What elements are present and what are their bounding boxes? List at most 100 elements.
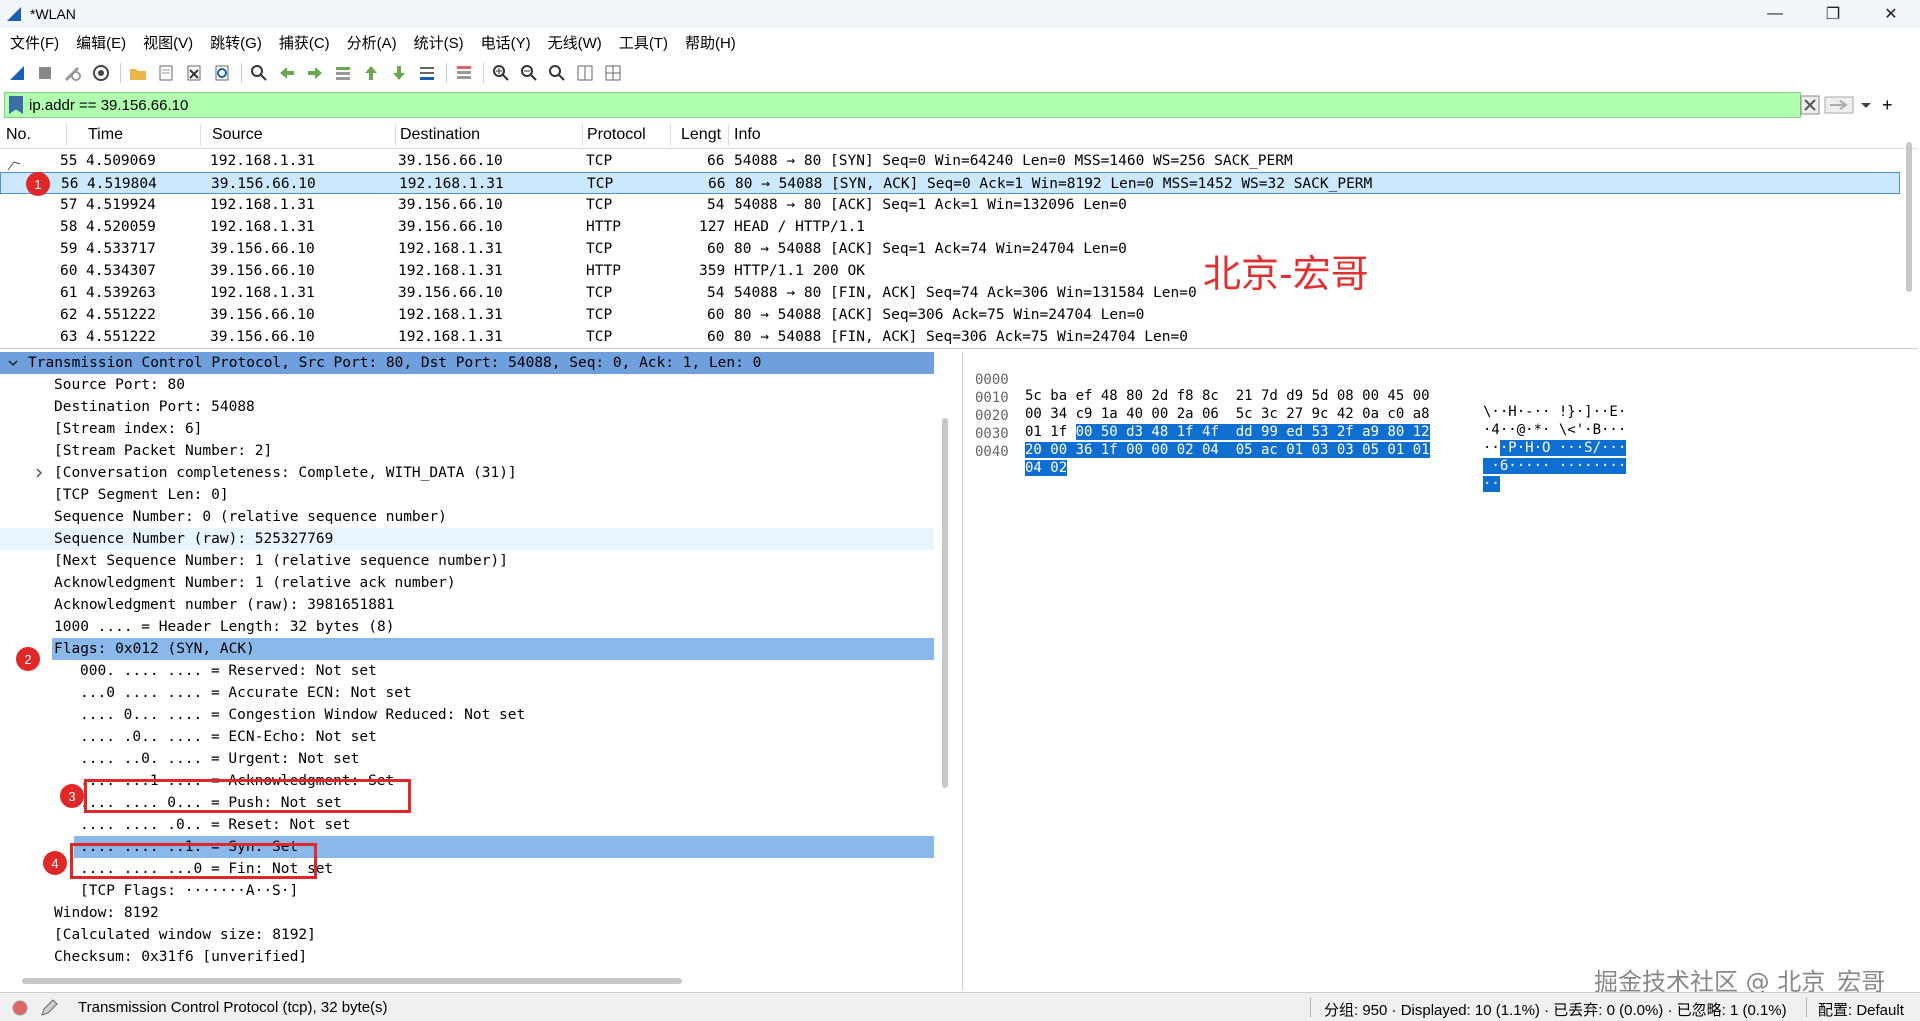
apply-filter-icon[interactable]: [1824, 95, 1854, 115]
display-filter-input[interactable]: ip.addr == 39.156.66.10: [29, 97, 188, 114]
save-file-icon[interactable]: [155, 62, 177, 84]
tree-item-flag[interactable]: ...0 .... .... = Accurate ECN: Not set: [0, 682, 934, 704]
menu-statistics[interactable]: 统计(S): [414, 32, 464, 53]
close-button[interactable]: ✕: [1862, 0, 1920, 28]
clear-filter-icon[interactable]: [1800, 95, 1820, 115]
tree-item[interactable]: Destination Port: 54088: [0, 396, 934, 418]
bookmark-icon[interactable]: [9, 96, 23, 114]
tree-item-flag[interactable]: .... 0... .... = Congestion Window Reduc…: [0, 704, 934, 726]
window-title: *WLAN: [30, 6, 76, 22]
tree-item[interactable]: Checksum: 0x31f6 [unverified]: [0, 946, 934, 968]
tree-item[interactable]: [Calculated window size: 8192]: [0, 924, 934, 946]
annotation-box-ack: [84, 779, 411, 813]
filter-history-dropdown-icon[interactable]: [1858, 95, 1874, 115]
bytes-row[interactable]: 0000 5c ba ef 48 80 2d f8 8c 21 7d d9 5d…: [963, 356, 1626, 420]
menu-tools[interactable]: 工具(T): [619, 32, 668, 53]
tree-item-conversation[interactable]: [Conversation completeness: Complete, WI…: [0, 462, 934, 484]
menu-go[interactable]: 跳转(G): [210, 32, 262, 53]
go-first-packet-icon[interactable]: [360, 62, 382, 84]
tree-item-flags[interactable]: Flags: 0x012 (SYN, ACK): [52, 638, 934, 660]
go-last-packet-icon[interactable]: [388, 62, 410, 84]
tree-item[interactable]: Acknowledgment number (raw): 3981651881: [0, 594, 934, 616]
close-file-icon[interactable]: [183, 62, 205, 84]
packet-row[interactable]: 58 4.520059 192.168.1.31 39.156.66.10 HTTP 12…: [0, 216, 1900, 238]
stop-capture-icon[interactable]: [34, 62, 56, 84]
col-destination[interactable]: Destination: [400, 126, 480, 144]
col-time[interactable]: Time: [88, 126, 123, 144]
packet-row[interactable]: 59 4.533717 39.156.66.10 192.168.1.31 TCP 60 8…: [0, 238, 1900, 260]
col-source[interactable]: Source: [212, 126, 263, 144]
packet-list-scrollbar[interactable]: [1906, 142, 1912, 292]
packet-bytes-pane: 0000 5c ba ef 48 80 2d f8 8c 21 7d d9 5d…: [962, 352, 1919, 990]
tree-item[interactable]: [Stream index: 6]: [0, 418, 934, 440]
reload-icon[interactable]: [211, 62, 233, 84]
tree-item-tcp[interactable]: Transmission Control Protocol, Src Port:…: [0, 352, 934, 374]
tree-item[interactable]: [Stream Packet Number: 2]: [0, 440, 934, 462]
col-info[interactable]: Info: [734, 126, 761, 144]
menu-help[interactable]: 帮助(H): [685, 32, 736, 53]
add-filter-button[interactable]: +: [1882, 95, 1893, 116]
tree-item-flag[interactable]: .... ..0. .... = Urgent: Not set: [0, 748, 934, 770]
minimize-button[interactable]: —: [1746, 0, 1804, 28]
go-back-icon[interactable]: [276, 62, 298, 84]
capture-options-icon[interactable]: [90, 62, 112, 84]
bytes-row[interactable]: 0030 20 00 36 1f 00 00 02 04 05 ac 01 03…: [963, 410, 1627, 474]
tree-item[interactable]: Acknowledgment Number: 1 (relative ack n…: [0, 572, 934, 594]
zoom-normal-icon[interactable]: [546, 62, 568, 84]
menu-view[interactable]: 视图(V): [143, 32, 193, 53]
expand-right-icon[interactable]: [34, 468, 44, 478]
tree-item-flag[interactable]: .... .... .0.. = Reset: Not set: [0, 814, 934, 836]
bytes-row[interactable]: 0040 04 02 ··: [963, 428, 1500, 492]
start-capture-icon[interactable]: [6, 62, 28, 84]
packet-row[interactable]: 63 4.551222 39.156.66.10 192.168.1.31 TCP 60 8…: [0, 326, 1900, 348]
display-filter-bar[interactable]: ip.addr == 39.156.66.10: [4, 92, 1801, 118]
status-protocol-info: Transmission Control Protocol (tcp), 32 …: [78, 999, 388, 1016]
bytes-row[interactable]: 0020 01 1f 00 50 d3 48 1f 4f dd 99 ed 53…: [963, 392, 1627, 456]
packet-row[interactable]: 57 4.519924 192.168.1.31 39.156.66.10 TCP 54 5…: [0, 194, 1900, 216]
details-horizontal-scrollbar[interactable]: [22, 978, 682, 984]
packet-row[interactable]: 61 4.539263 192.168.1.31 39.156.66.10 TCP 54 5…: [0, 282, 1900, 304]
tree-item[interactable]: [Next Sequence Number: 1 (relative seque…: [0, 550, 934, 572]
packet-row-selected[interactable]: 56 4.519804 39.156.66.10 192.168.1.31 TCP 66 8…: [0, 172, 1900, 194]
autoscroll-icon[interactable]: [416, 62, 438, 84]
tree-item[interactable]: Source Port: 80: [0, 374, 934, 396]
col-protocol[interactable]: Protocol: [587, 126, 646, 144]
status-packet-counts: 分组: 950 · Displayed: 10 (1.1%) · 已丢弃: 0 …: [1324, 1002, 1787, 1019]
menu-wireless[interactable]: 无线(W): [548, 32, 602, 53]
zoom-in-icon[interactable]: [490, 62, 512, 84]
colorize-icon[interactable]: [453, 62, 475, 84]
menu-edit[interactable]: 编辑(E): [76, 32, 126, 53]
menu-telephony[interactable]: 电话(Y): [481, 32, 531, 53]
tree-item[interactable]: [TCP Flags: ·······A··S·]: [0, 880, 934, 902]
col-no[interactable]: No.: [6, 126, 31, 144]
details-vertical-scrollbar[interactable]: [942, 418, 948, 788]
resize-columns-icon[interactable]: [574, 62, 596, 84]
tree-item-flag[interactable]: 000. .... .... = Reserved: Not set: [0, 660, 934, 682]
tree-item[interactable]: Sequence Number (raw): 525327769: [0, 528, 934, 550]
packet-row[interactable]: 62 4.551222 39.156.66.10 192.168.1.31 TCP 60 8…: [0, 304, 1900, 326]
tree-item-flag[interactable]: .... .0.. .... = ECN-Echo: Not set: [0, 726, 934, 748]
packet-row[interactable]: 55 4.509069 192.168.1.31 39.156.66.10 TCP 66 5…: [0, 150, 1900, 172]
tree-item[interactable]: 1000 .... = Header Length: 32 bytes (8): [0, 616, 934, 638]
menu-analyze[interactable]: 分析(A): [347, 32, 397, 53]
menu-capture[interactable]: 捕获(C): [279, 32, 330, 53]
restart-capture-icon[interactable]: [62, 62, 84, 84]
go-to-packet-icon[interactable]: [332, 62, 354, 84]
menu-file[interactable]: 文件(F): [10, 32, 59, 53]
open-file-icon[interactable]: [127, 62, 149, 84]
go-forward-icon[interactable]: [304, 62, 326, 84]
restore-button[interactable]: ❐: [1804, 0, 1862, 28]
expand-down-icon[interactable]: [8, 358, 18, 368]
capture-comment-icon[interactable]: [40, 999, 58, 1017]
tree-item[interactable]: Window: 8192: [0, 902, 934, 924]
zoom-out-icon[interactable]: [518, 62, 540, 84]
layout-icon[interactable]: [602, 62, 624, 84]
bytes-row[interactable]: 0010 00 34 c9 1a 40 00 2a 06 5c 3c 27 9c…: [963, 374, 1626, 438]
tree-item[interactable]: Sequence Number: 0 (relative sequence nu…: [0, 506, 934, 528]
find-packet-icon[interactable]: [248, 62, 270, 84]
expert-info-icon[interactable]: [12, 1000, 28, 1016]
col-length[interactable]: Lengt: [681, 126, 721, 144]
packet-row[interactable]: 60 4.534307 39.156.66.10 192.168.1.31 HTTP 35…: [0, 260, 1900, 282]
status-profile[interactable]: 配置: Default: [1818, 999, 1904, 1020]
tree-item[interactable]: [TCP Segment Len: 0]: [0, 484, 934, 506]
